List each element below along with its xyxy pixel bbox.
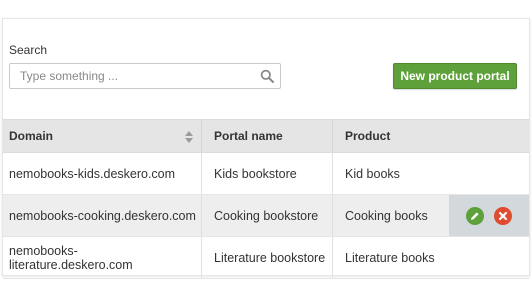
- cell-domain: nemobooks-kids.deskero.com: [9, 166, 176, 181]
- cell-product: Cooking books: [332, 195, 449, 236]
- pencil-icon: [471, 211, 479, 220]
- edit-button[interactable]: [466, 206, 484, 225]
- cell-portal-name: Kids bookstore: [201, 153, 332, 194]
- cell-portal-name: Cooking bookstore: [201, 195, 332, 236]
- portals-table: Domain Portal name Product nemobooks-kid…: [3, 119, 529, 279]
- cell-actions: [449, 195, 529, 236]
- table-header: Domain Portal name Product: [3, 119, 529, 153]
- column-header-actions: [449, 120, 529, 152]
- column-header-label: Domain: [9, 129, 54, 143]
- cell-product: Literature books: [332, 237, 449, 278]
- close-icon: [498, 211, 508, 220]
- sort-icon[interactable]: [185, 131, 193, 143]
- table-row[interactable]: nemobooks-literature.deskero.com Literat…: [3, 237, 529, 279]
- portals-panel: Search New product portal Domain Portal …: [2, 18, 530, 279]
- cell-product: Kid books: [332, 153, 449, 194]
- table-row[interactable]: nemobooks-kids.deskero.com Kids bookstor…: [3, 153, 529, 195]
- delete-button[interactable]: [494, 206, 512, 225]
- search-input[interactable]: [10, 64, 256, 88]
- cell-portal-name: Literature bookstore: [201, 237, 332, 278]
- cell-domain: nemobooks-cooking.deskero.com: [9, 208, 196, 223]
- search-box: [9, 63, 281, 89]
- search-icon[interactable]: [260, 69, 274, 83]
- new-product-portal-button[interactable]: New product portal: [393, 63, 517, 89]
- search-label: Search: [9, 43, 48, 57]
- table-row[interactable]: nemobooks-cooking.deskero.com Cooking bo…: [3, 195, 529, 237]
- row-actions: [449, 195, 529, 236]
- column-header-domain[interactable]: Domain: [3, 120, 201, 152]
- column-header-label: Product: [345, 129, 391, 143]
- column-header-product[interactable]: Product: [332, 120, 449, 152]
- cell-actions: [449, 153, 529, 194]
- cell-domain: nemobooks-literature.deskero.com: [9, 243, 133, 272]
- cell-actions: [449, 237, 529, 278]
- column-header-portal-name[interactable]: Portal name: [201, 120, 332, 152]
- column-header-label: Portal name: [214, 129, 283, 143]
